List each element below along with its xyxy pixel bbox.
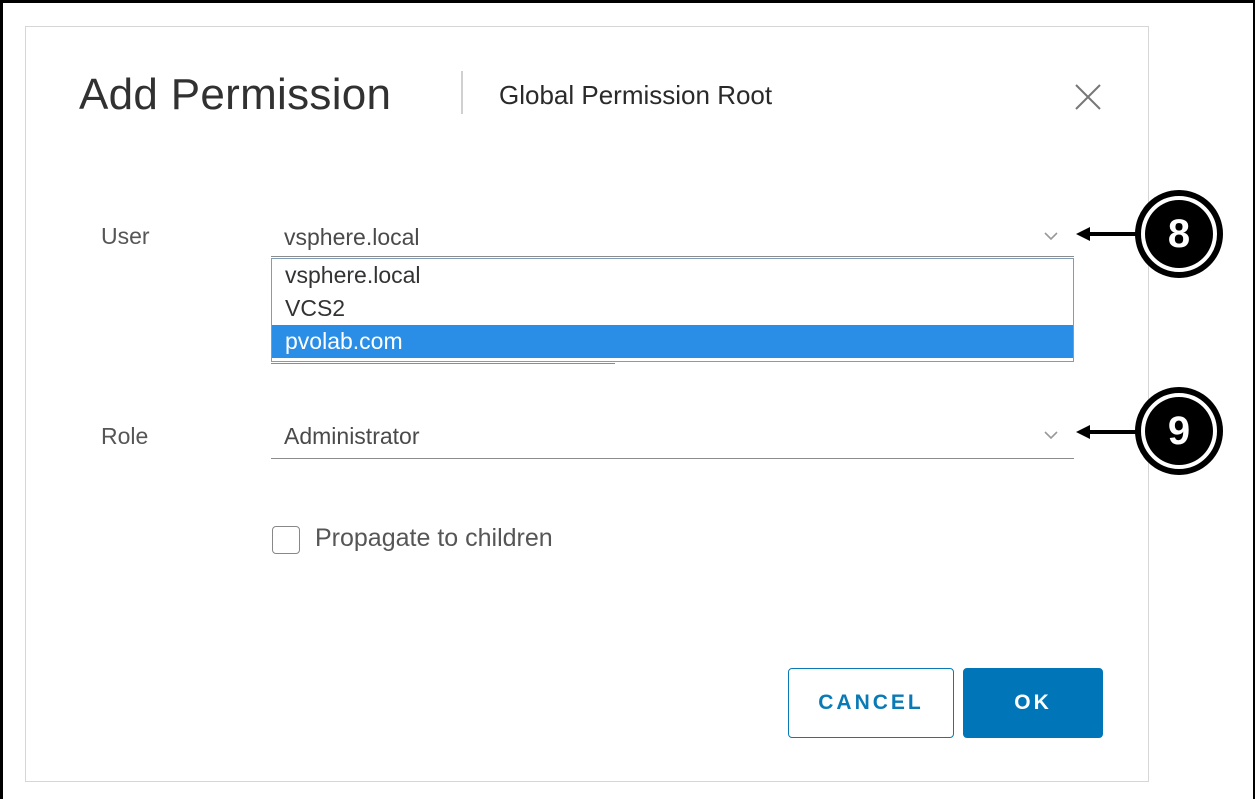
callout-arrow-icon	[1076, 227, 1136, 241]
user-select-underline	[271, 256, 1074, 257]
role-select[interactable]: Administrator	[284, 423, 419, 450]
role-select-underline	[271, 458, 1074, 459]
chevron-down-icon[interactable]	[1043, 430, 1059, 440]
dialog-subtitle: Global Permission Root	[499, 80, 773, 110]
dialog-title: Add Permission	[79, 70, 392, 119]
ok-button[interactable]: OK	[963, 668, 1103, 738]
dropdown-option[interactable]: VCS2	[272, 292, 1073, 325]
propagate-checkbox[interactable]	[272, 526, 300, 554]
propagate-label[interactable]: Propagate to children	[315, 524, 553, 553]
role-label: Role	[101, 423, 149, 449]
callout-badge-8: 8	[1135, 190, 1223, 278]
user-select[interactable]: vsphere.local	[284, 224, 420, 251]
close-icon[interactable]	[1073, 82, 1103, 112]
user-label: User	[101, 223, 150, 249]
callout-number: 9	[1145, 397, 1213, 465]
callout-arrow-icon	[1076, 425, 1136, 439]
user-search-underline	[271, 363, 615, 364]
callout-badge-9: 9	[1135, 387, 1223, 475]
callout-number: 8	[1145, 200, 1213, 268]
title-divider	[461, 71, 463, 114]
chevron-down-icon[interactable]	[1043, 231, 1059, 241]
dropdown-option[interactable]: vsphere.local	[272, 259, 1073, 292]
dropdown-option-highlighted[interactable]: pvolab.com	[272, 325, 1073, 358]
cancel-button[interactable]: CANCEL	[788, 668, 954, 738]
user-dropdown-list[interactable]: vsphere.local VCS2 pvolab.com	[271, 258, 1074, 362]
